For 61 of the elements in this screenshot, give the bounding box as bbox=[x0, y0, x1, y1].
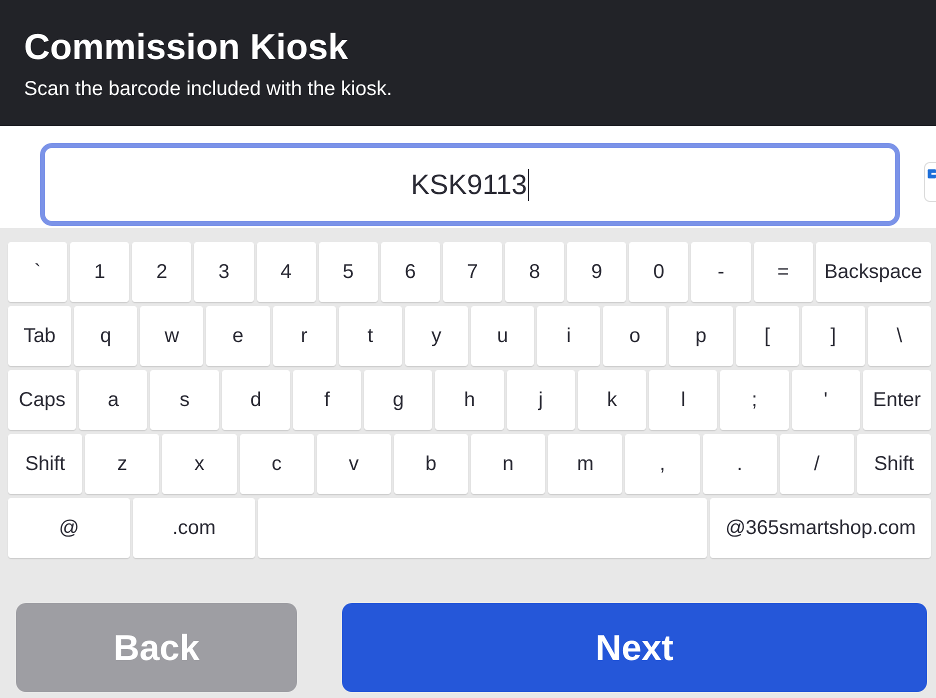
keyboard-key[interactable]: p bbox=[669, 306, 733, 366]
keyboard-key[interactable]: ; bbox=[720, 370, 789, 430]
keyboard-key[interactable]: q bbox=[74, 306, 138, 366]
keyboard-key[interactable]: 5 bbox=[318, 242, 378, 302]
keyboard-key[interactable]: 9 bbox=[567, 242, 626, 302]
keyboard-key[interactable]: ' bbox=[792, 370, 860, 430]
keyboard-key[interactable]: 4 bbox=[256, 242, 316, 302]
keyboard-key[interactable]: Shift bbox=[856, 434, 932, 494]
keyboard-key[interactable]: - bbox=[691, 242, 750, 302]
keyboard-key[interactable]: a bbox=[79, 370, 148, 430]
keyboard-key[interactable]: j bbox=[506, 370, 575, 430]
keyboard-key[interactable]: t bbox=[338, 306, 402, 366]
keyboard-key[interactable]: Backspace bbox=[816, 242, 931, 302]
keyboard-key[interactable]: k bbox=[578, 370, 646, 430]
keyboard-key[interactable]: i bbox=[537, 306, 600, 366]
keyboard-key[interactable]: 1 bbox=[70, 242, 130, 302]
keyboard-key[interactable]: g bbox=[364, 370, 432, 430]
keyboard-key[interactable]: 7 bbox=[442, 242, 502, 302]
keyboard-key[interactable]: = bbox=[754, 242, 813, 302]
keyboard-key[interactable]: .com bbox=[133, 498, 256, 558]
keyboard-key[interactable]: ] bbox=[802, 306, 865, 366]
keyboard-key[interactable]: 6 bbox=[380, 242, 440, 302]
keyboard-key[interactable]: \ bbox=[868, 306, 931, 366]
page-title: Commission Kiosk bbox=[24, 26, 350, 68]
keyboard-key[interactable]: Tab bbox=[8, 306, 72, 366]
keyboard-key[interactable]: 0 bbox=[629, 242, 688, 302]
keyboard-key[interactable]: z bbox=[85, 434, 160, 494]
keyboard-key[interactable]: w bbox=[140, 306, 204, 366]
keyboard-key[interactable]: ` bbox=[8, 242, 68, 302]
keyboard-key[interactable]: / bbox=[780, 434, 854, 494]
barcode-field[interactable]: KSK9113 bbox=[40, 143, 900, 226]
keyboard-key[interactable]: d bbox=[222, 370, 290, 430]
keyboard-key[interactable]: Shift bbox=[8, 434, 82, 494]
keyboard-key[interactable]: b bbox=[394, 434, 468, 494]
keyboard-key[interactable]: e bbox=[206, 306, 270, 366]
keyboard-key[interactable]: 8 bbox=[505, 242, 564, 302]
keyboard-key[interactable]: f bbox=[292, 370, 362, 430]
keyboard-key[interactable]: @365smartshop.com bbox=[710, 498, 931, 558]
keyboard-key[interactable]: v bbox=[316, 434, 391, 494]
next-button[interactable]: Next bbox=[342, 603, 927, 692]
keyboard-key[interactable]: 2 bbox=[132, 242, 192, 302]
keyboard-key[interactable]: u bbox=[470, 306, 534, 366]
instruction-text: Scan the barcode included with the kiosk. bbox=[24, 77, 393, 101]
keyboard-key[interactable]: @ bbox=[8, 498, 130, 558]
keyboard-key[interactable]: c bbox=[240, 434, 314, 494]
keyboard-key[interactable]: l bbox=[649, 370, 718, 430]
keyboard-key[interactable]: s bbox=[150, 370, 219, 430]
keyboard-key[interactable]: y bbox=[404, 306, 468, 366]
keyboard-key[interactable]: m bbox=[548, 434, 622, 494]
app-icon[interactable] bbox=[924, 162, 936, 202]
keyboard-key[interactable]: 3 bbox=[194, 242, 254, 302]
keyboard-key[interactable]: h bbox=[435, 370, 504, 430]
keyboard-key[interactable]: r bbox=[272, 306, 336, 366]
keyboard-key[interactable]: o bbox=[603, 306, 666, 366]
keyboard-key[interactable]: , bbox=[625, 434, 700, 494]
keyboard-key[interactable]: x bbox=[162, 434, 237, 494]
keyboard-key[interactable]: Enter bbox=[862, 370, 932, 430]
keyboard-key[interactable]: . bbox=[702, 434, 777, 494]
keyboard-key[interactable]: n bbox=[471, 434, 546, 494]
keyboard-key[interactable]: Caps bbox=[8, 370, 76, 430]
keyboard-key[interactable]: [ bbox=[736, 306, 799, 366]
